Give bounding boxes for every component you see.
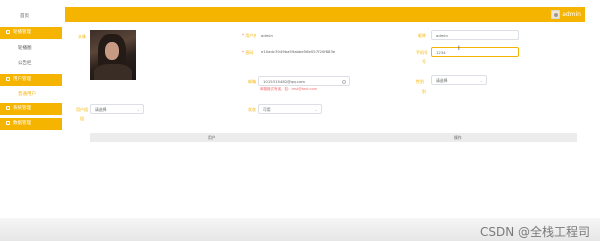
nickname-label: 昵称	[418, 33, 426, 38]
user-menu[interactable]: admin	[551, 9, 581, 20]
phone-label: 手机号	[416, 50, 428, 55]
sidebar-item-carousel-mgmt[interactable]: 轮播管理	[0, 27, 62, 39]
phone-label-wrap: 号	[422, 59, 426, 64]
user-avatar-icon	[551, 10, 561, 19]
folder-icon	[6, 76, 10, 81]
footer: CSDN @全栈工程司	[0, 218, 600, 241]
table-header: 用户 操作	[90, 133, 577, 142]
password-label: * 密码	[242, 50, 254, 55]
nickname-field[interactable]: admin	[431, 30, 519, 40]
avatar-image[interactable]	[90, 30, 136, 80]
sidebar-item-label: 普通用户	[18, 92, 36, 97]
password-field[interactable]: e10adc3949ba59abbe56e057f20f883e	[256, 46, 356, 56]
group-value: 请选择	[95, 107, 107, 112]
sidebar-item-notice[interactable]: 公告栏	[0, 58, 62, 70]
gender-label: 性别	[416, 79, 424, 84]
group-select[interactable]: 请选择 ⌄	[90, 104, 144, 114]
sidebar-item-label: 公告栏	[18, 61, 32, 66]
table-header-user: 用户	[208, 135, 216, 140]
table-header-action: 操作	[454, 135, 462, 140]
status-select[interactable]: 可用 ⌄	[258, 104, 322, 114]
sidebar-item-label: 数据管理	[13, 121, 31, 126]
chevron-down-icon: ⌄	[479, 78, 483, 83]
sidebar-item-carousel[interactable]: 轮播图	[0, 43, 62, 55]
chevron-down-icon: ⌄	[136, 107, 140, 112]
top-bar: admin	[65, 7, 585, 22]
sidebar-item-label: 系统管理	[13, 106, 31, 111]
email-label: 邮箱	[248, 79, 256, 84]
sidebar-item-data-mgmt[interactable]: 数据管理	[0, 118, 62, 130]
username: admin	[562, 11, 581, 18]
sidebar-item-label: 首页	[20, 14, 29, 19]
username-field[interactable]: admin	[256, 30, 352, 40]
folder-icon	[6, 105, 10, 110]
sidebar: 首页 轮播管理 轮播图 公告栏 用户管理 普通用户 系统管理 数据管理	[0, 6, 62, 241]
email-error-hint: 邮箱格式有误，如：test@test.com	[260, 87, 318, 91]
sidebar-item-system-mgmt[interactable]: 系统管理	[0, 103, 62, 115]
folder-icon	[6, 29, 10, 34]
status-value: 可用	[263, 107, 271, 112]
sidebar-item-normal-user[interactable]: 普通用户	[0, 89, 62, 101]
avatar-label: 头像	[78, 34, 86, 39]
clear-icon[interactable]	[342, 79, 346, 84]
gender-select[interactable]: 请选择 ⌄	[431, 75, 487, 85]
chevron-down-icon: ⌄	[314, 107, 318, 112]
gender-label-wrap: 别	[422, 89, 426, 94]
username-label: * 用户名	[242, 33, 258, 38]
email-value: 1015315482@qq.com	[263, 79, 306, 84]
watermark: CSDN @全栈工程司	[479, 225, 590, 239]
folder-icon	[6, 120, 10, 125]
sidebar-item-user-mgmt[interactable]: 用户管理	[0, 74, 62, 86]
group-label: 用户组	[76, 107, 88, 112]
sidebar-item-label: 轮播图	[18, 46, 32, 51]
text-cursor-icon: I	[458, 45, 460, 52]
group-label-wrap: 组	[80, 116, 84, 121]
email-field[interactable]: 1015315482@qq.com	[258, 76, 350, 86]
sidebar-item-label: 用户管理	[13, 77, 31, 82]
gender-value: 请选择	[436, 78, 448, 83]
status-label: 状态	[248, 107, 256, 112]
sidebar-item-home[interactable]: 首页	[0, 11, 62, 23]
sidebar-item-label: 轮播管理	[13, 30, 31, 35]
phone-field[interactable]: 1234	[431, 47, 519, 57]
